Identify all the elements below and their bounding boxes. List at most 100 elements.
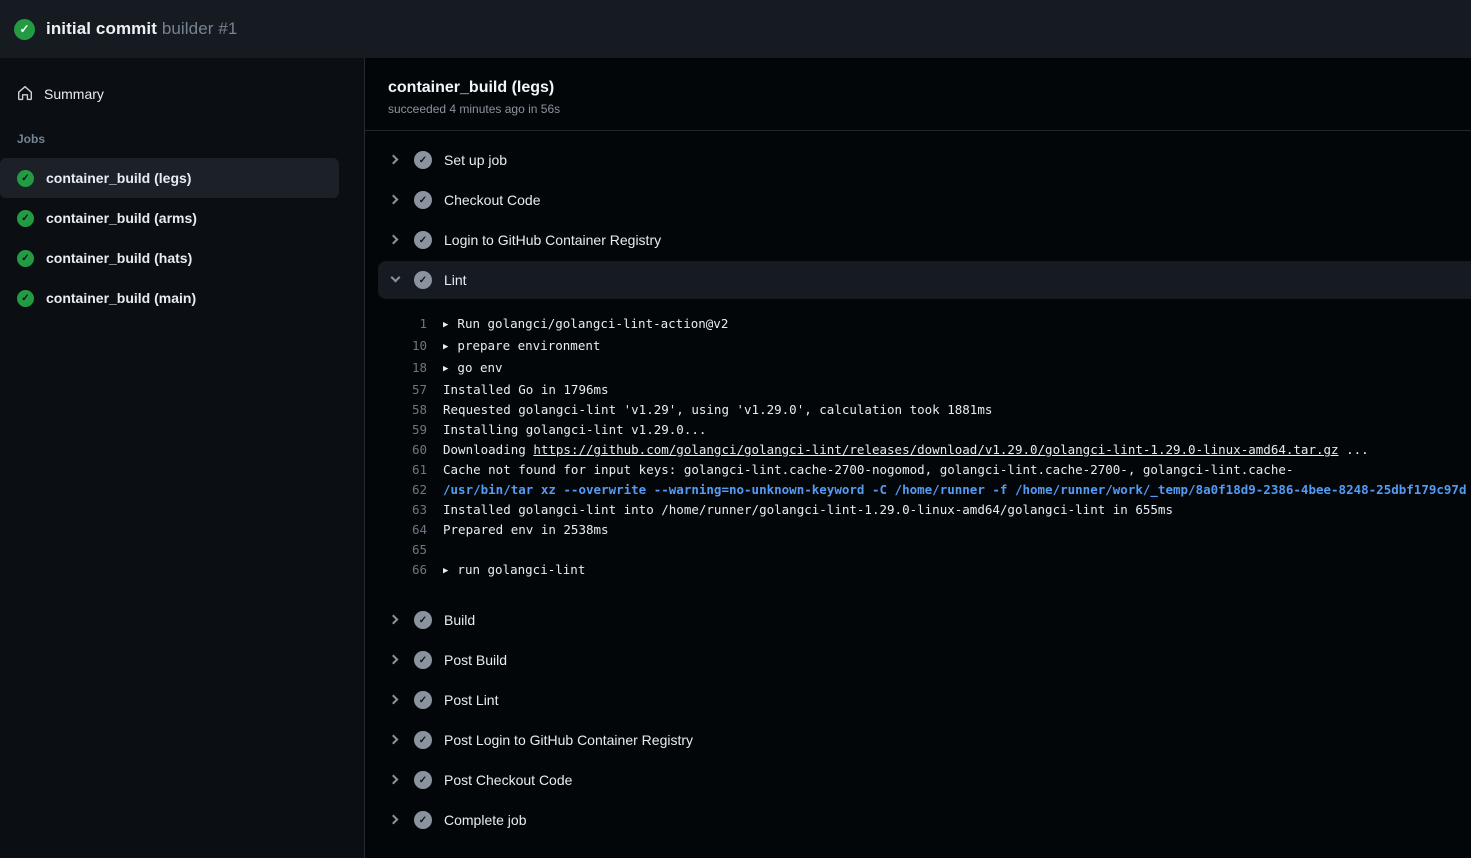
summary-label: Summary: [44, 86, 104, 102]
step-post-build[interactable]: ✓ Post Build: [365, 640, 1471, 680]
chevron-right-icon[interactable]: [390, 154, 402, 166]
step-label: Post Checkout Code: [444, 772, 572, 788]
step-label: Complete job: [444, 812, 527, 828]
step-build[interactable]: ✓ Build: [365, 600, 1471, 640]
step-success-icon: ✓: [414, 651, 432, 669]
sidebar-job-container-build-arms[interactable]: ✓ container_build (arms): [0, 198, 339, 238]
job-status-text: succeeded 4 minutes ago in 56s: [388, 102, 1471, 116]
step-label: Lint: [444, 272, 467, 288]
job-label: container_build (arms): [46, 210, 197, 226]
sidebar-job-container-build-hats[interactable]: ✓ container_build (hats): [0, 238, 339, 278]
run-header: ✓ initial commit builder #1: [0, 0, 1471, 58]
log-line: 62 /usr/bin/tar xz --overwrite --warning…: [365, 480, 1471, 500]
step-label: Post Build: [444, 652, 507, 668]
step-set-up-job[interactable]: ✓ Set up job: [365, 140, 1471, 180]
log-line-number: 10: [365, 336, 427, 358]
check-glyph: ✓: [19, 22, 29, 36]
chevron-right-icon[interactable]: [390, 774, 402, 786]
job-list: ✓ container_build (legs) ✓ container_bui…: [0, 158, 364, 318]
steps-list: ✓ Set up job ✓ Checkout Code ✓ Login to …: [365, 131, 1471, 840]
sidebar-item-summary[interactable]: Summary: [0, 78, 364, 110]
workflow-name: builder: [162, 19, 214, 38]
step-success-icon: ✓: [414, 231, 432, 249]
step-success-icon: ✓: [414, 691, 432, 709]
step-success-icon: ✓: [414, 811, 432, 829]
job-label: container_build (main): [46, 290, 196, 306]
log-line: 66 ▶run golangci-lint: [365, 560, 1471, 582]
log-line: 59 Installing golangci-lint v1.29.0...: [365, 420, 1471, 440]
step-success-icon: ✓: [414, 151, 432, 169]
log-group-marker-icon[interactable]: ▶: [443, 337, 448, 357]
step-success-icon: ✓: [414, 731, 432, 749]
step-success-icon: ✓: [414, 611, 432, 629]
log-line: 63 Installed golangci-lint into /home/ru…: [365, 500, 1471, 520]
chevron-right-icon[interactable]: [390, 234, 402, 246]
step-post-checkout-code[interactable]: ✓ Post Checkout Code: [365, 760, 1471, 800]
log-line-number: 63: [365, 500, 427, 520]
job-log-panel: container_build (legs) succeeded 4 minut…: [365, 58, 1471, 858]
log-line: 58 Requested golangci-lint 'v1.29', usin…: [365, 400, 1471, 420]
log-line-number: 58: [365, 400, 427, 420]
step-label: Post Login to GitHub Container Registry: [444, 732, 693, 748]
log-line: 61 Cache not found for input keys: golan…: [365, 460, 1471, 480]
log-line: 57 Installed Go in 1796ms: [365, 380, 1471, 400]
job-success-icon: ✓: [17, 210, 34, 227]
step-post-lint[interactable]: ✓ Post Lint: [365, 680, 1471, 720]
step-post-login-to-github-container-registry[interactable]: ✓ Post Login to GitHub Container Registr…: [365, 720, 1471, 760]
log-line-number: 60: [365, 440, 427, 460]
sidebar-job-container-build-legs[interactable]: ✓ container_build (legs): [0, 158, 339, 198]
chevron-right-icon[interactable]: [390, 654, 402, 666]
job-header: container_build (legs) succeeded 4 minut…: [365, 58, 1471, 130]
step-label: Login to GitHub Container Registry: [444, 232, 661, 248]
step-success-icon: ✓: [414, 771, 432, 789]
home-icon: [17, 85, 33, 104]
job-success-icon: ✓: [17, 290, 34, 307]
run-number: #1: [218, 19, 237, 38]
log-line: 64 Prepared env in 2538ms: [365, 520, 1471, 540]
log-group-marker-icon[interactable]: ▶: [443, 359, 448, 379]
step-success-icon: ✓: [414, 271, 432, 289]
step-success-icon: ✓: [414, 191, 432, 209]
log-line-number: 65: [365, 540, 427, 560]
step-label: Build: [444, 612, 475, 628]
job-title: container_build (legs): [388, 79, 1471, 97]
log-line-number: 18: [365, 358, 427, 380]
run-title: initial commit builder #1: [46, 19, 237, 39]
chevron-right-icon[interactable]: [390, 194, 402, 206]
step-label: Post Lint: [444, 692, 498, 708]
command-text: /usr/bin/tar xz --overwrite --warning=no…: [443, 482, 1467, 497]
log-line-number: 59: [365, 420, 427, 440]
log-group-marker-icon[interactable]: ▶: [443, 315, 448, 335]
step-complete-job[interactable]: ✓ Complete job: [365, 800, 1471, 840]
commit-title: initial commit: [46, 19, 157, 38]
lint-log-output: 1 ▶Run golangci/golangci-lint-action@v2 …: [365, 300, 1471, 600]
log-line-number: 61: [365, 460, 427, 480]
job-label: container_build (hats): [46, 250, 192, 266]
step-checkout-code[interactable]: ✓ Checkout Code: [365, 180, 1471, 220]
job-label: container_build (legs): [46, 170, 191, 186]
run-success-icon: ✓: [14, 19, 35, 40]
chevron-right-icon[interactable]: [390, 814, 402, 826]
log-line: 60 Downloading https://github.com/golang…: [365, 440, 1471, 460]
log-group-marker-icon[interactable]: ▶: [443, 561, 448, 581]
job-success-icon: ✓: [17, 170, 34, 187]
download-url-link[interactable]: https://github.com/golangci/golangci-lin…: [533, 442, 1338, 457]
sidebar: Summary Jobs ✓ container_build (legs) ✓ …: [0, 58, 365, 858]
log-line-number: 62: [365, 480, 427, 500]
log-line-number: 57: [365, 380, 427, 400]
actions-run-page: ✓ initial commit builder #1 Summary Jobs: [0, 0, 1471, 858]
chevron-down-icon[interactable]: [390, 274, 402, 286]
chevron-right-icon[interactable]: [390, 694, 402, 706]
job-success-icon: ✓: [17, 250, 34, 267]
log-line: 1 ▶Run golangci/golangci-lint-action@v2: [365, 314, 1471, 336]
step-login-to-github-container-registry[interactable]: ✓ Login to GitHub Container Registry: [365, 220, 1471, 260]
log-line: 65: [365, 540, 1471, 560]
log-line: 10 ▶prepare environment: [365, 336, 1471, 358]
chevron-right-icon[interactable]: [390, 614, 402, 626]
step-label: Set up job: [444, 152, 507, 168]
chevron-right-icon[interactable]: [390, 734, 402, 746]
step-lint[interactable]: ✓ Lint: [378, 261, 1471, 299]
log-line-number: 66: [365, 560, 427, 582]
step-label: Checkout Code: [444, 192, 541, 208]
sidebar-job-container-build-main[interactable]: ✓ container_build (main): [0, 278, 339, 318]
